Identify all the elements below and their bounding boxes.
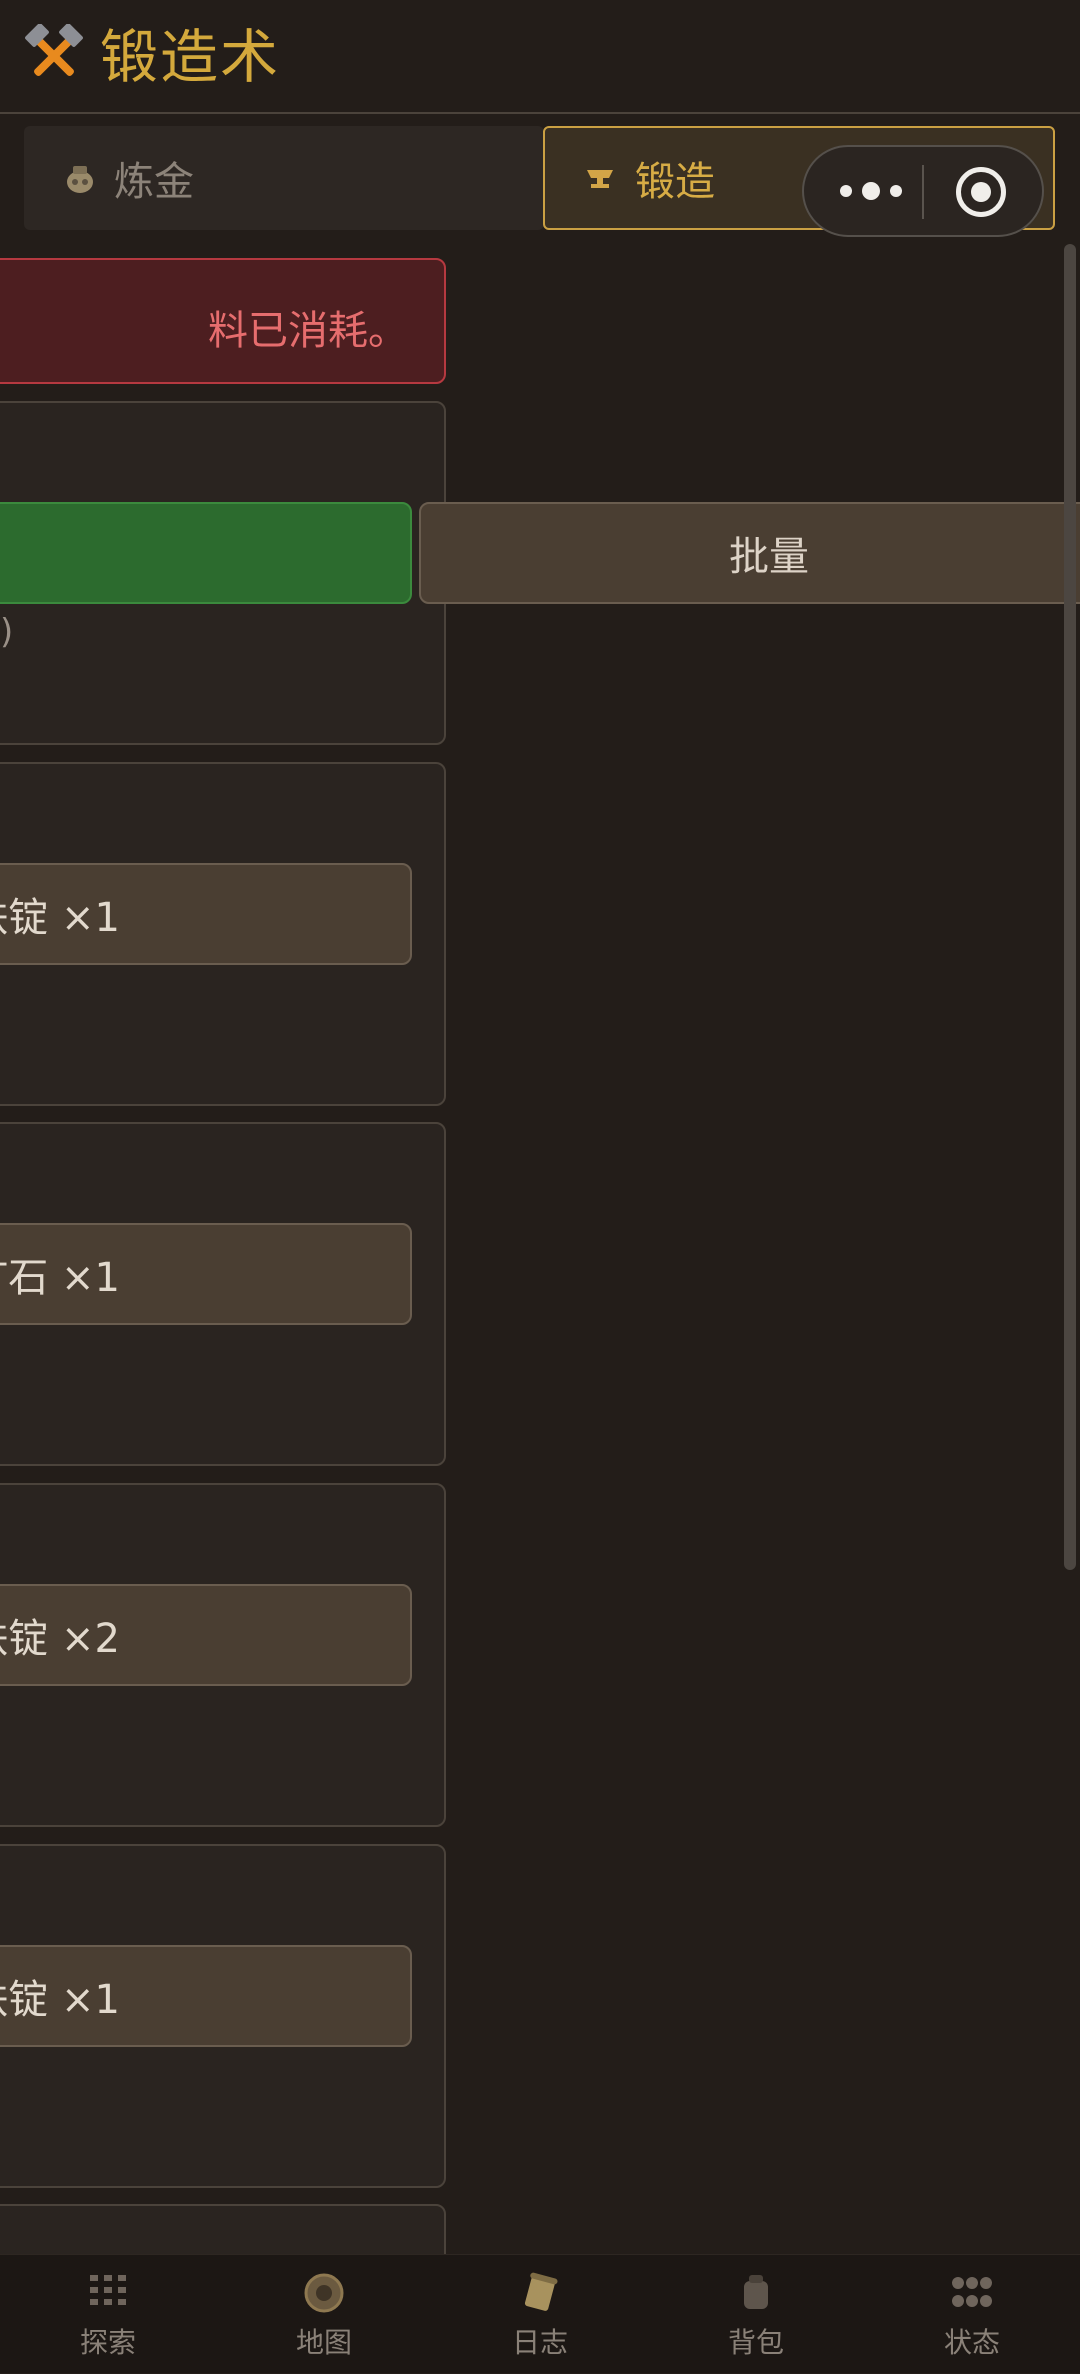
- nav-label: 探索: [79, 2326, 136, 2359]
- material-label: 矿石 ×1: [0, 1255, 120, 1301]
- nav-label: 状态: [943, 2326, 1000, 2359]
- material-button[interactable]: 矿石 ×1: [0, 1223, 412, 1325]
- app-header: 锻造术: [0, 0, 1080, 114]
- more-dots-icon[interactable]: [838, 175, 904, 207]
- scrollbar-thumb[interactable]: [1064, 244, 1076, 1570]
- tab-forge-label: 锻造: [635, 159, 715, 205]
- error-banner-text: 料已消耗。: [208, 308, 408, 354]
- scroll-icon: [524, 2272, 558, 2311]
- alchemy-pot-icon: [67, 166, 93, 193]
- material-button[interactable]: 铁锭 ×1: [0, 863, 412, 965]
- card-note-text: ): [0, 612, 14, 652]
- status-dots-icon: [952, 2277, 992, 2307]
- material-button[interactable]: 铁锭 ×1: [0, 1945, 412, 2047]
- nav-item-log[interactable]: 日志: [432, 2255, 648, 2374]
- nav-item-map[interactable]: 地图: [216, 2255, 432, 2374]
- capsule-divider: [922, 165, 924, 219]
- nav-item-explore[interactable]: 探索: [0, 2255, 216, 2374]
- backpack-icon: [744, 2275, 768, 2309]
- nav-label: 背包: [727, 2326, 784, 2359]
- material-label: 铁锭 ×2: [0, 1616, 120, 1662]
- forge-button[interactable]: [0, 502, 412, 604]
- nav-label: 地图: [295, 2326, 352, 2359]
- hammer-crossed-icon: [25, 24, 83, 76]
- batch-button[interactable]: 批量: [419, 502, 1080, 604]
- tab-alchemy[interactable]: 炼金: [24, 126, 544, 230]
- nav-label: 日志: [511, 2326, 568, 2359]
- target-close-icon[interactable]: [956, 167, 1006, 217]
- anvil-icon: [587, 170, 613, 188]
- material-label: 铁锭 ×1: [0, 1977, 120, 2023]
- map-compass-icon: [304, 2273, 344, 2313]
- material-button[interactable]: 铁锭 ×2: [0, 1584, 412, 1686]
- explore-grid-icon: [90, 2275, 126, 2305]
- page-title: 锻造术: [100, 23, 281, 91]
- miniprogram-capsule: [802, 145, 1044, 237]
- tab-alchemy-label: 炼金: [114, 159, 194, 205]
- error-banner: 料已消耗。: [0, 258, 446, 384]
- bottom-nav: 探索 地图 日志 背包 状态: [0, 2254, 1080, 2373]
- material-label: 铁锭 ×1: [0, 895, 120, 941]
- nav-item-backpack[interactable]: 背包: [648, 2255, 864, 2374]
- batch-button-label: 批量: [729, 534, 809, 580]
- nav-item-status[interactable]: 状态: [864, 2255, 1080, 2374]
